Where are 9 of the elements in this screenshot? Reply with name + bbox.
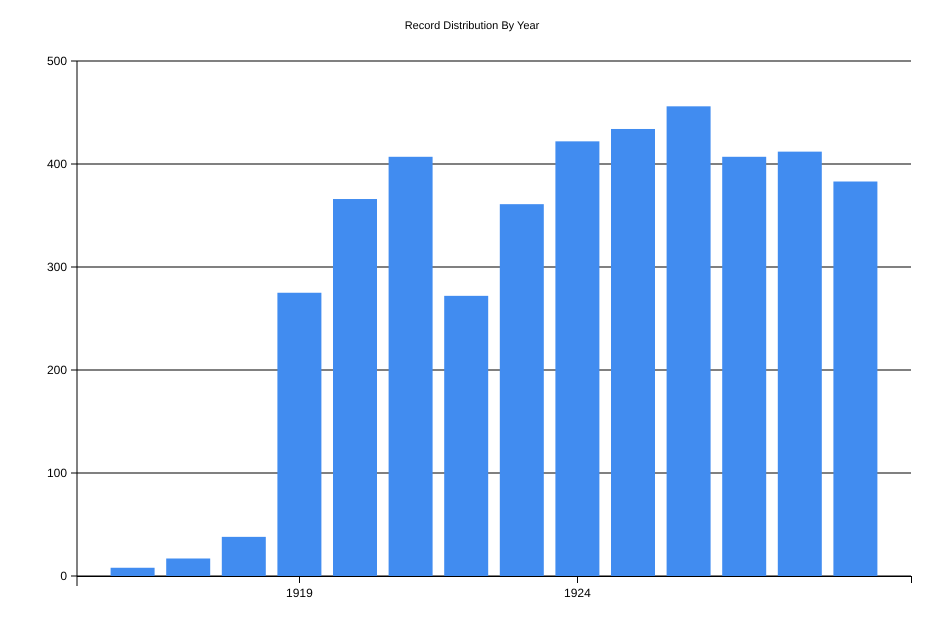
- y-tick-label: 200: [46, 363, 67, 377]
- x-tick-label: 1919: [286, 586, 313, 600]
- y-tick-label: 100: [46, 466, 67, 480]
- chart-title: Record Distribution By Year: [404, 20, 540, 32]
- y-tick-label: 400: [46, 157, 67, 171]
- y-tick-label: 500: [46, 54, 67, 68]
- y-tick-label: 0: [60, 569, 67, 583]
- y-tick-label: 300: [46, 260, 67, 274]
- x-tick-label: 1924: [564, 586, 591, 600]
